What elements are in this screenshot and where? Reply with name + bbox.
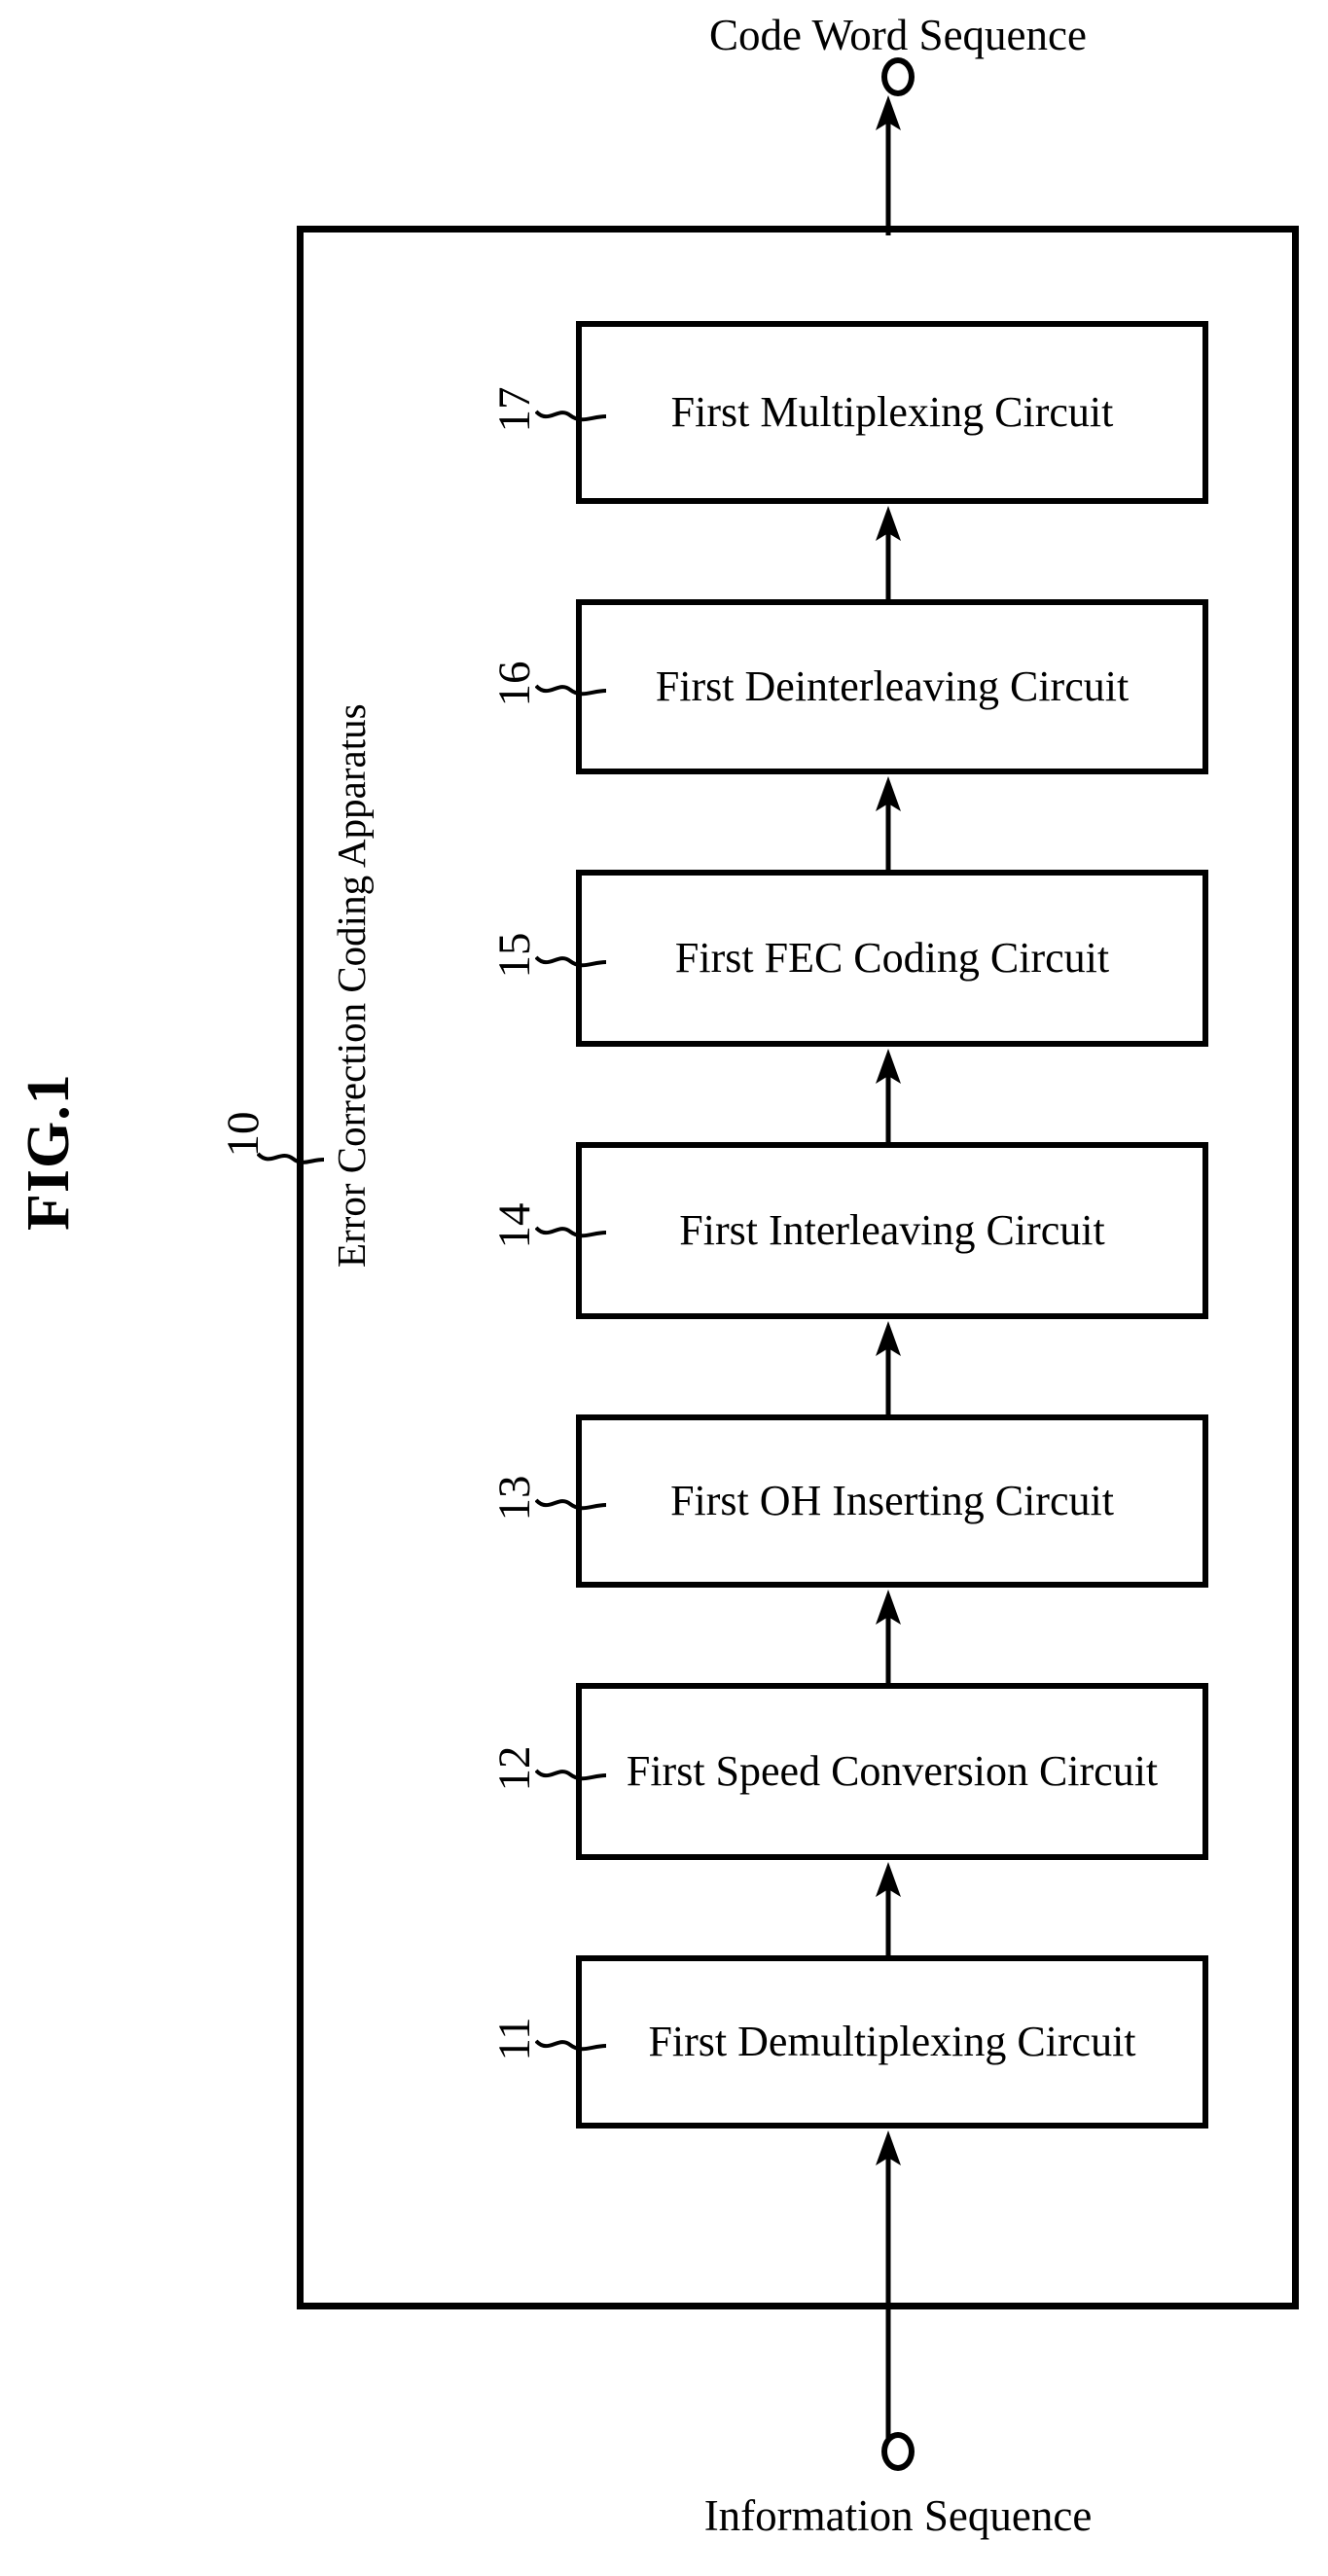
block-first-multiplexing-circuit: First Multiplexing Circuit: [576, 321, 1208, 504]
block-reference-13: 13: [486, 1457, 607, 1545]
block-first-fec-coding-circuit: First FEC Coding Circuit: [576, 870, 1208, 1047]
leader-line-icon: [257, 1152, 325, 1164]
patent-figure: FIG.1 Code Word Sequence 10 Error Correc…: [0, 0, 1328, 2576]
code-word-sequence-caption: Code Word Sequence: [709, 11, 1087, 59]
block-label: First Multiplexing Circuit: [670, 388, 1114, 437]
input-arrow-icon: [876, 2130, 901, 2442]
block-label: First Deinterleaving Circuit: [655, 662, 1130, 711]
block-first-oh-inserting-circuit: First OH Inserting Circuit: [576, 1414, 1208, 1588]
block-reference-11: 11: [486, 1998, 607, 2086]
leader-line-icon: [535, 2039, 607, 2052]
input-terminal-circle: [881, 2432, 915, 2471]
block-label: First OH Inserting Circuit: [670, 1477, 1114, 1525]
block-label: First Demultiplexing Circuit: [648, 2018, 1136, 2066]
leader-line-icon: [535, 1226, 607, 1238]
block-first-interleaving-circuit: First Interleaving Circuit: [576, 1142, 1208, 1319]
arrow-11-to-12-icon: [876, 1862, 901, 1955]
block-reference-16: 16: [486, 643, 607, 731]
block-reference-14: 14: [486, 1185, 607, 1272]
figure-number-label: FIG.1: [16, 1073, 82, 1231]
block-reference-15: 15: [486, 914, 607, 1002]
apparatus-reference-10: 10: [216, 1097, 325, 1177]
leader-line-icon: [535, 1769, 607, 1781]
output-terminal-circle: [881, 57, 915, 96]
output-arrow-icon: [876, 95, 901, 235]
leader-line-icon: [535, 410, 607, 422]
leader-line-icon: [535, 955, 607, 968]
block-label: First FEC Coding Circuit: [674, 934, 1110, 983]
block-first-deinterleaving-circuit: First Deinterleaving Circuit: [576, 599, 1208, 774]
block-reference-17: 17: [486, 369, 607, 456]
arrow-16-to-17-icon: [876, 506, 901, 599]
arrow-15-to-16-icon: [876, 776, 901, 870]
block-first-speed-conversion-circuit: First Speed Conversion Circuit: [576, 1683, 1208, 1860]
block-label: First Speed Conversion Circuit: [626, 1747, 1159, 1796]
apparatus-caption: Error Correction Coding Apparatus: [329, 703, 374, 1268]
leader-line-icon: [535, 1498, 607, 1511]
block-label: First Interleaving Circuit: [679, 1206, 1105, 1255]
block-first-demultiplexing-circuit: First Demultiplexing Circuit: [576, 1955, 1208, 2129]
information-sequence-caption: Information Sequence: [703, 2491, 1093, 2540]
block-reference-12: 12: [486, 1728, 607, 1815]
arrow-13-to-14-icon: [876, 1321, 901, 1414]
arrow-12-to-13-icon: [876, 1590, 901, 1683]
arrow-14-to-15-icon: [876, 1049, 901, 1142]
leader-line-icon: [535, 684, 607, 697]
